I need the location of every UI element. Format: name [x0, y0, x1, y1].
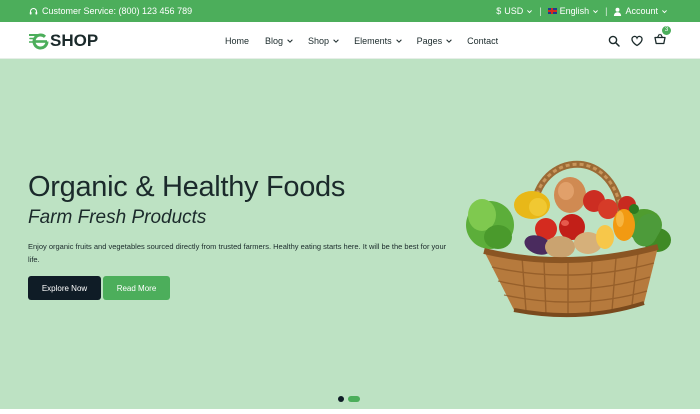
cart-count-badge: 3	[662, 25, 671, 35]
vegetable-basket-image	[466, 160, 671, 318]
nav-label: Elements	[354, 35, 392, 46]
logo-mark	[29, 33, 49, 50]
nav-label: Blog	[265, 35, 284, 46]
separator: |	[605, 6, 608, 16]
chevron-down-icon	[395, 38, 402, 43]
top-bar: Customer Service: (800) 123 456 789 $ US…	[0, 0, 700, 22]
chevron-down-icon	[333, 38, 339, 43]
main-header: SHOP Home Blog Shop Elements Pages Conta…	[0, 22, 700, 59]
hero-slider: Organic & Healthy Foods Farm Fresh Produ…	[0, 59, 700, 409]
customer-service: Customer Service: (800) 123 456 789	[29, 6, 192, 16]
read-more-button[interactable]: Read More	[103, 276, 170, 300]
nav-label: Shop	[308, 35, 330, 46]
hero-description: Enjoy organic fruits and vegetables sour…	[28, 242, 447, 264]
chevron-down-icon	[662, 9, 667, 13]
nav-label: Contact	[467, 35, 499, 46]
logo-text: SHOP	[50, 31, 99, 50]
customer-service-text: Customer Service: (800) 123 456 789	[42, 6, 193, 16]
logo[interactable]: SHOP	[29, 31, 98, 51]
account-label: Account	[625, 6, 658, 16]
nav-label: Pages	[416, 35, 443, 46]
language-label: English	[559, 6, 590, 16]
headset-icon	[29, 7, 38, 14]
top-bar-right: $ USD | English | Account	[496, 0, 668, 22]
page-bottom-strip	[0, 409, 700, 414]
currency-selector[interactable]: $ USD	[496, 6, 533, 16]
chevron-down-icon	[593, 9, 599, 13]
nav-item-home[interactable]: Home	[225, 36, 249, 46]
separator: |	[539, 6, 542, 16]
nav-item-elements[interactable]: Elements	[354, 36, 403, 46]
chevron-down-icon	[527, 9, 533, 13]
slider-dot-1[interactable]	[338, 396, 344, 402]
explore-now-button[interactable]: Explore Now	[28, 276, 101, 300]
user-icon	[614, 7, 622, 16]
account-menu[interactable]: Account	[613, 6, 668, 16]
nav-item-pages[interactable]: Pages	[417, 36, 454, 46]
language-selector[interactable]: English	[547, 6, 600, 16]
heart-icon[interactable]	[631, 35, 643, 47]
search-icon[interactable]	[608, 35, 620, 47]
nav-label: Home	[225, 35, 250, 46]
nav-item-shop[interactable]: Shop	[308, 36, 340, 46]
slider-dot-2-active[interactable]	[348, 396, 360, 402]
nav-item-blog[interactable]: Blog	[265, 36, 294, 46]
uk-flag-icon	[547, 8, 557, 14]
currency-label: USD	[504, 6, 524, 16]
nav-item-contact[interactable]: Contact	[467, 36, 498, 46]
currency-symbol: $	[496, 6, 502, 16]
chevron-down-icon	[446, 38, 452, 43]
slider-dots	[338, 396, 360, 402]
cart-button[interactable]: 3	[654, 25, 671, 50]
hero-title: Organic & Healthy Foods	[28, 171, 346, 203]
hero-subtitle: Farm Fresh Products	[28, 207, 207, 228]
chevron-down-icon	[287, 38, 293, 43]
header-icons: 3	[608, 22, 671, 59]
main-nav: Home Blog Shop Elements Pages Contact	[225, 22, 498, 59]
